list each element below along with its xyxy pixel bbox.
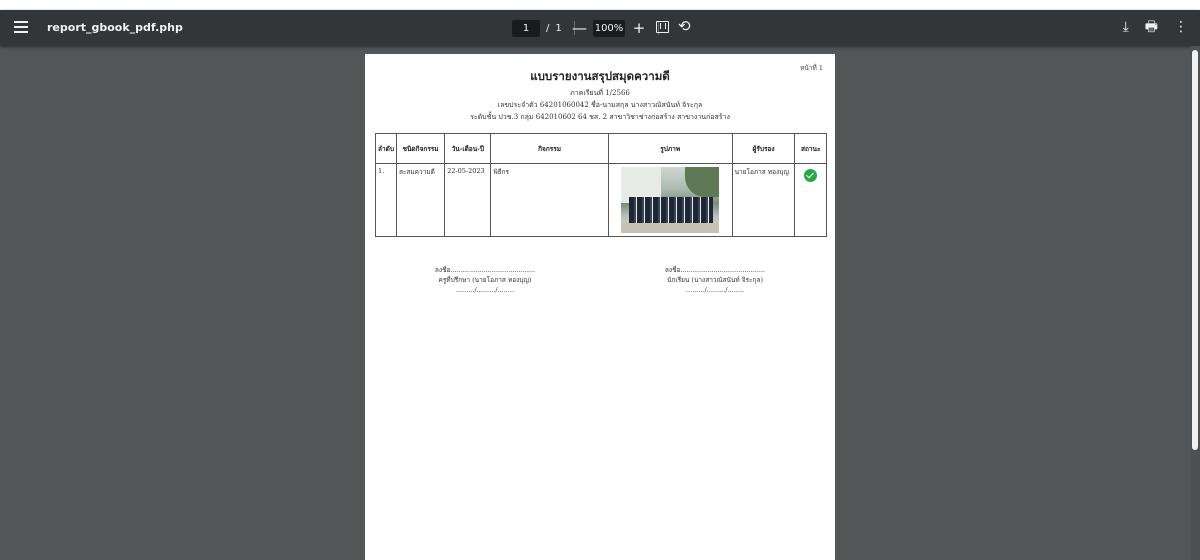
row-number: 1.	[375, 163, 397, 237]
signature-line: ลงชื่อ..................................…	[664, 266, 766, 274]
class-info-line: ระดับชั้น ปวช.3 กลุ่ม 642010602 64 ชส. 2…	[470, 113, 730, 121]
page-separator: /	[546, 22, 550, 34]
column-header: ผู้รับรอง	[731, 133, 796, 164]
current-page-input[interactable]: 1	[512, 19, 540, 37]
more-options-icon[interactable]: ⋮	[1174, 18, 1188, 36]
activity-photo	[621, 167, 720, 233]
activity-photo-cell	[607, 163, 733, 237]
column-header: กิจกรรม	[490, 133, 609, 164]
zoom-out-button[interactable]: —	[572, 19, 587, 37]
column-header: สถานะ	[794, 133, 827, 164]
table-row: 1. สะสมความดี 22-05-2023 พิธีกร นายโอภาส…	[375, 163, 827, 237]
pdf-toolbar: report_gbook_pdf.php 1 / 1 — 100% + ⟲ ⤓ …	[0, 10, 1200, 46]
activity-type: สะสมความดี	[395, 163, 446, 237]
semester-line: ภาคเรียนที่ 1/2566	[570, 89, 630, 97]
signer-name: ครูที่ปรึกษา (นายโอภาส ทองบุญ)	[438, 276, 532, 284]
activity-table: ลำดับ ชนิดกิจกรรม วัน-เดือน-ปี กิจกรรม ร…	[375, 133, 827, 237]
approved-check-icon	[804, 169, 818, 182]
toolbar-actions: ⤓ 🖶 ⋮	[1123, 18, 1188, 36]
student-info-line: เลขประจำตัว 64201060042 ชื่อ-นามสกุล นาง…	[497, 101, 703, 109]
document-title: report_gbook_pdf.php	[47, 21, 183, 34]
column-header: รูปภาพ	[607, 133, 733, 164]
total-pages: 1	[555, 22, 562, 34]
pdf-page: หน้าที่ 1 แบบรายงานสรุปสมุดความดี ภาคเรี…	[365, 54, 835, 560]
table-header-row: ลำดับ ชนิดกิจกรรม วัน-เดือน-ปี กิจกรรม ร…	[375, 133, 827, 164]
certifier-name: นายโอภาส ทองบุญ	[731, 163, 796, 237]
zoom-in-button[interactable]: +	[632, 19, 646, 37]
rotate-icon[interactable]: ⟲	[678, 17, 691, 35]
signature-date-line: ........./........./........	[685, 286, 745, 294]
column-header: วัน-เดือน-ปี	[444, 133, 492, 164]
activity-date: 22-05-2023	[444, 163, 492, 237]
print-icon[interactable]: 🖶	[1145, 18, 1158, 36]
fit-to-page-icon[interactable]	[656, 21, 669, 33]
signature-line: ลงชื่อ..................................…	[434, 266, 536, 274]
pdf-viewer: report_gbook_pdf.php 1 / 1 — 100% + ⟲ ⤓ …	[0, 10, 1200, 560]
advisor-signature-block: ลงชื่อ..................................…	[385, 265, 585, 295]
download-icon[interactable]: ⤓	[1123, 18, 1129, 36]
vertical-scrollbar[interactable]	[1190, 46, 1200, 560]
status-cell	[794, 163, 827, 237]
hamburger-menu-icon[interactable]	[14, 21, 28, 33]
student-signature-block: ลงชื่อ..................................…	[615, 265, 815, 295]
column-header: ลำดับ	[375, 133, 397, 164]
report-title: แบบรายงานสรุปสมุดความดี	[530, 69, 670, 83]
zoom-input[interactable]: 100%	[593, 19, 625, 37]
activity-name: พิธีกร	[490, 163, 609, 237]
signature-date-line: ........./........./........	[455, 286, 515, 294]
column-header: ชนิดกิจกรรม	[395, 133, 446, 164]
scrollbar-thumb[interactable]	[1192, 50, 1198, 450]
signer-name: นักเรียน (นางสาวณัสนันท์ จิระกุล)	[667, 276, 763, 284]
